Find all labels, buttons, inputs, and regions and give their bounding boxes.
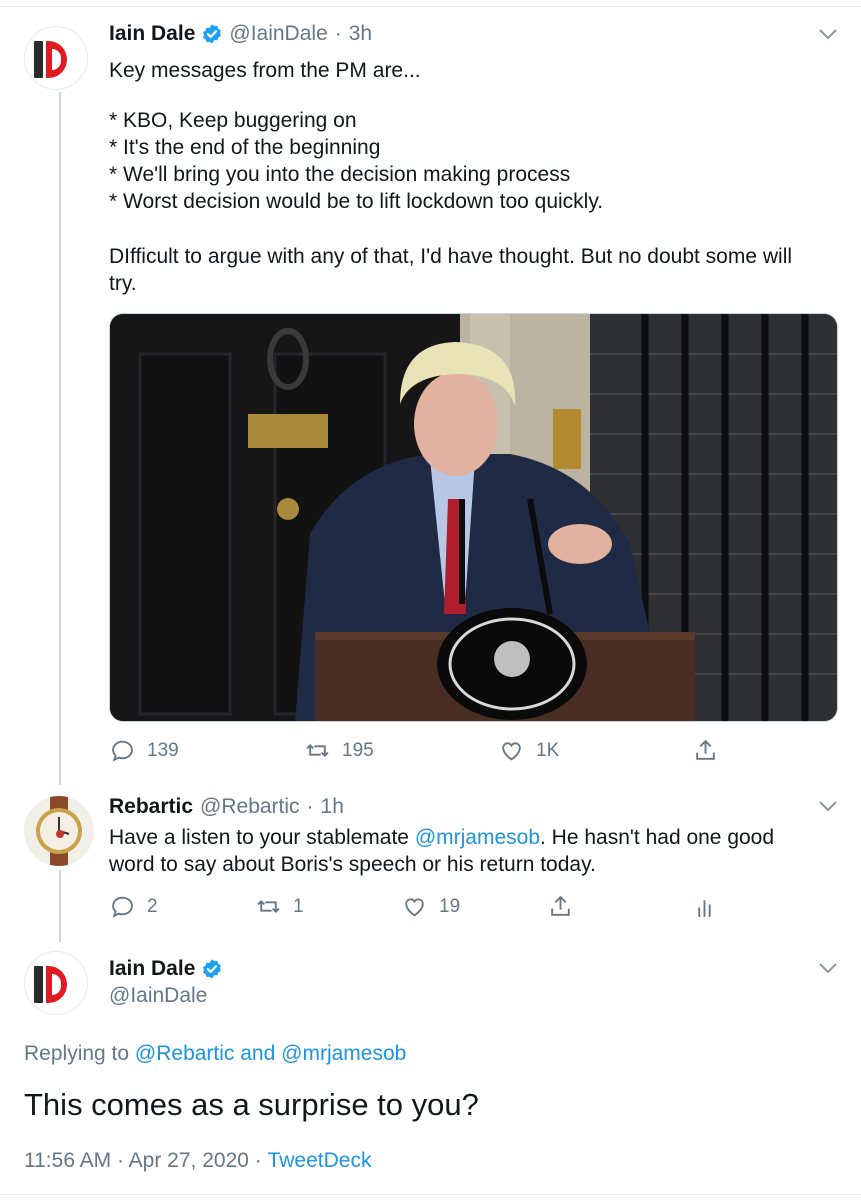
avatar[interactable] bbox=[24, 951, 88, 1015]
source-link[interactable]: TweetDeck bbox=[268, 1149, 372, 1173]
tweet-photo[interactable] bbox=[109, 313, 838, 722]
separator-dot: · bbox=[306, 795, 314, 818]
author-handle[interactable]: @IainDale bbox=[229, 22, 327, 46]
watch-avatar-image bbox=[36, 796, 82, 866]
author-handle[interactable]: @IainDale bbox=[109, 984, 207, 1008]
like-count: 19 bbox=[439, 895, 461, 917]
chevron-down-icon[interactable] bbox=[818, 27, 838, 41]
share-button[interactable] bbox=[693, 738, 718, 763]
reply-icon bbox=[112, 740, 133, 762]
tweet-text-line: DIfficult to argue with any of that, I'd… bbox=[109, 245, 793, 268]
like-icon bbox=[502, 742, 521, 761]
tweet-header: Rebartic @Rebartic · 1h bbox=[109, 795, 344, 819]
analytics-icon bbox=[698, 900, 711, 917]
retweet-icon bbox=[257, 899, 280, 914]
focused-tweet-text: This comes as a surprise to you? bbox=[24, 1087, 479, 1122]
retweet-count: 1 bbox=[293, 895, 304, 917]
avatar[interactable] bbox=[24, 796, 94, 866]
mention-link[interactable]: @Rebartic bbox=[135, 1042, 235, 1066]
author-handle[interactable]: @Rebartic bbox=[200, 795, 300, 819]
thread-connector bbox=[59, 92, 61, 785]
top-divider bbox=[0, 6, 861, 7]
tweet-time[interactable]: 3h bbox=[349, 22, 372, 46]
author-name[interactable]: Iain Dale bbox=[109, 22, 195, 46]
replying-label: Replying to bbox=[24, 1042, 135, 1065]
tweet-timestamp: 11:56 AM · Apr 27, 2020 · TweetDeck bbox=[24, 1149, 371, 1173]
timestamp-text[interactable]: 11:56 AM · Apr 27, 2020 · bbox=[24, 1149, 268, 1173]
verified-icon bbox=[203, 959, 222, 979]
retweet-icon bbox=[306, 743, 329, 758]
reply-count: 139 bbox=[147, 739, 179, 761]
reply-button[interactable]: 139 bbox=[110, 738, 179, 763]
bottom-divider bbox=[0, 1194, 861, 1195]
tweet-text-line: Have a listen to your stablemate @mrjame… bbox=[109, 824, 774, 851]
reply-count: 2 bbox=[147, 895, 158, 917]
like-count: 1K bbox=[536, 739, 560, 761]
replying-and: and bbox=[234, 1042, 282, 1065]
tweet-text-line: try. bbox=[109, 272, 137, 295]
chevron-down-icon[interactable] bbox=[818, 799, 838, 813]
retweet-button[interactable]: 1 bbox=[256, 894, 304, 919]
chevron-down-icon[interactable] bbox=[818, 961, 838, 975]
reply-icon bbox=[112, 896, 133, 918]
tweet-text: . He hasn't had one good bbox=[540, 826, 775, 849]
tweet-text-line: word to say about Boris's speech or his … bbox=[109, 853, 596, 876]
replying-to: Replying to @Rebartic and @mrjamesob bbox=[24, 1042, 406, 1066]
share-icon bbox=[696, 739, 715, 760]
tweet-text-line: * We'll bring you into the decision maki… bbox=[109, 163, 571, 186]
tweet-text-line: Key messages from the PM are... bbox=[109, 59, 421, 82]
tweet-text-line: * Worst decision would be to lift lockdo… bbox=[109, 190, 604, 213]
verified-icon bbox=[203, 24, 222, 44]
author-name[interactable]: Rebartic bbox=[109, 795, 193, 819]
like-button[interactable]: 1K bbox=[499, 738, 559, 763]
reply-button[interactable]: 2 bbox=[110, 894, 158, 919]
tweet-header: Iain Dale bbox=[109, 957, 229, 981]
thread-connector bbox=[59, 870, 61, 942]
tweet-text-line: * It's the end of the beginning bbox=[109, 136, 381, 159]
mention-link[interactable]: @mrjamesob bbox=[281, 1042, 406, 1066]
retweet-button[interactable]: 195 bbox=[305, 738, 374, 763]
mention-link[interactable]: @mrjamesob bbox=[415, 826, 540, 849]
retweet-count: 195 bbox=[342, 739, 374, 761]
speech-photo bbox=[110, 314, 837, 721]
like-button[interactable]: 19 bbox=[402, 894, 460, 919]
analytics-button[interactable] bbox=[693, 894, 718, 919]
avatar[interactable] bbox=[24, 26, 88, 90]
author-name[interactable]: Iain Dale bbox=[109, 957, 195, 981]
tweet-time[interactable]: 1h bbox=[321, 795, 344, 819]
tweet-text: Have a listen to your stablemate bbox=[109, 826, 415, 849]
share-button[interactable] bbox=[548, 894, 573, 919]
separator-dot: · bbox=[334, 22, 342, 45]
tweet-header: Iain Dale @IainDale · 3h bbox=[109, 22, 372, 46]
share-icon bbox=[551, 895, 570, 916]
like-icon bbox=[405, 898, 424, 917]
tweet-text-line: * KBO, Keep buggering on bbox=[109, 109, 357, 132]
